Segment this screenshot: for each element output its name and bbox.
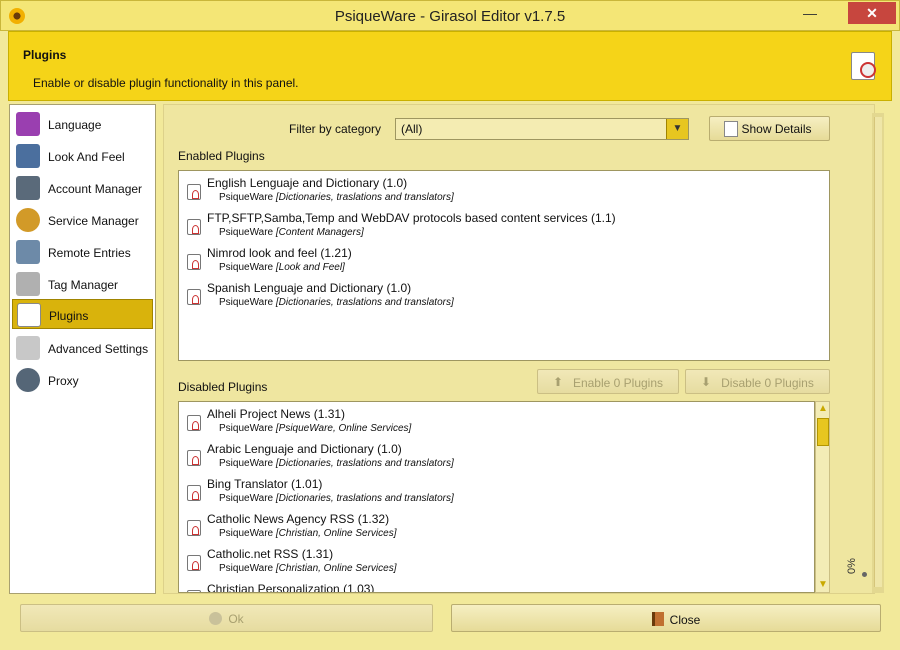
magnifier-icon	[16, 240, 40, 264]
panel-scrollbar[interactable]	[872, 113, 884, 593]
plugin-name: Nimrod look and feel (1.21)	[207, 246, 352, 260]
enable-plugins-label: Enable 0 Plugins	[572, 376, 664, 390]
plugin-name: Spanish Lenguaje and Dictionary (1.0)	[207, 281, 412, 295]
plugin-icon	[187, 219, 201, 235]
close-window-button[interactable]: ✕	[848, 2, 896, 24]
plugin-name: FTP,SFTP,Samba,Temp and WebDAV protocols…	[207, 211, 616, 225]
progress-label: 0%	[846, 558, 858, 574]
show-details-button[interactable]: Show Details	[709, 116, 830, 141]
filter-label: Filter by category	[289, 122, 382, 136]
scroll-down-icon[interactable]: ▼	[817, 578, 829, 592]
disable-plugins-label: Disable 0 Plugins	[721, 376, 814, 390]
sidebar-item-proxy[interactable]: Proxy	[12, 365, 153, 395]
account-icon	[16, 176, 40, 200]
plugin-header-icon	[851, 52, 876, 80]
plugin-icon	[187, 450, 201, 466]
details-icon	[724, 121, 738, 137]
sidebar-item-label: Account Manager	[48, 182, 143, 196]
disabled-plugins-label: Disabled Plugins	[178, 380, 268, 394]
monitor-icon	[16, 144, 40, 168]
sidebar: Language Look And Feel Account Manager S…	[9, 104, 156, 594]
sidebar-item-label: Language	[48, 118, 102, 132]
plugin-meta: PsiqueWare [Look and Feel]	[219, 262, 345, 273]
scroll-up-icon[interactable]: ▲	[817, 402, 829, 416]
sidebar-item-plugins[interactable]: Plugins	[12, 299, 153, 329]
category-filter-select[interactable]: (All) ▼	[395, 118, 689, 140]
sidebar-item-label: Tag Manager	[48, 278, 119, 292]
close-label: Close	[669, 613, 701, 627]
progress-indicator	[862, 572, 867, 577]
plugin-meta: PsiqueWare [Dictionaries, traslations an…	[219, 192, 454, 203]
sidebar-item-account-manager[interactable]: Account Manager	[12, 173, 153, 203]
enabled-plugins-label: Enabled Plugins	[178, 149, 265, 163]
sidebar-item-label: Advanced Settings	[48, 342, 149, 356]
check-icon	[209, 612, 223, 625]
window-title: PsiqueWare - Girasol Editor v1.7.5	[334, 8, 566, 25]
plugin-meta: PsiqueWare [Dictionaries, traslations an…	[219, 458, 454, 469]
plugin-icon	[17, 303, 41, 327]
sidebar-item-look-and-feel[interactable]: Look And Feel	[12, 141, 153, 171]
tag-icon	[16, 272, 40, 296]
plugin-meta: PsiqueWare [Dictionaries, traslations an…	[219, 297, 454, 308]
plugin-name: Catholic News Agency RSS (1.32)	[207, 512, 390, 526]
plugin-icon	[187, 520, 201, 536]
plugin-name: Bing Translator (1.01)	[207, 477, 323, 491]
settings-icon	[16, 336, 40, 360]
plugin-icon	[187, 289, 201, 305]
plugin-meta: PsiqueWare [Christian, Online Services]	[219, 563, 397, 574]
panel-scrollbar-thumb[interactable]	[874, 117, 882, 587]
enable-plugins-button[interactable]: ⬆ Enable 0 Plugins	[537, 369, 679, 394]
scroll-thumb[interactable]	[817, 418, 829, 446]
proxy-icon	[16, 368, 40, 392]
plugin-icon	[187, 254, 201, 270]
sidebar-item-remote-entries[interactable]: Remote Entries	[12, 237, 153, 267]
panel-description: Enable or disable plugin functionality i…	[33, 76, 299, 90]
enabled-plugins-list[interactable]: English Lenguaje and Dictionary (1.0) Ps…	[178, 170, 830, 361]
plugin-name: Catholic.net RSS (1.31)	[207, 547, 334, 561]
language-icon	[16, 112, 40, 136]
ok-button[interactable]: Ok	[20, 604, 433, 632]
door-icon	[651, 612, 664, 626]
plugin-icon	[187, 485, 201, 501]
disable-plugins-button[interactable]: ⬇ Disable 0 Plugins	[685, 369, 830, 394]
plugin-meta: PsiqueWare [PsiqueWare, Online Services]	[219, 423, 412, 434]
sidebar-item-label: Look And Feel	[48, 150, 125, 164]
plugin-name: Alheli Project News (1.31)	[207, 407, 346, 421]
show-details-label: Show Details	[741, 122, 812, 136]
arrow-up-icon: ⬆	[553, 375, 564, 389]
users-icon	[16, 208, 40, 232]
plugin-meta: PsiqueWare [Dictionaries, traslations an…	[219, 493, 454, 504]
panel-header: Plugins Enable or disable plugin functio…	[8, 31, 892, 101]
sidebar-item-advanced-settings[interactable]: Advanced Settings	[12, 333, 153, 363]
plugin-icon	[187, 590, 201, 592]
disabled-list-scrollbar[interactable]: ▲ ▼	[815, 401, 830, 593]
plugin-name: English Lenguaje and Dictionary (1.0)	[207, 176, 408, 190]
sidebar-item-label: Service Manager	[48, 214, 139, 228]
chevron-down-icon[interactable]: ▼	[666, 119, 688, 139]
filter-selected-value: (All)	[401, 122, 423, 136]
plugin-icon	[187, 555, 201, 571]
arrow-down-icon: ⬇	[701, 375, 712, 389]
sidebar-item-label: Plugins	[49, 309, 89, 323]
sidebar-item-tag-manager[interactable]: Tag Manager	[12, 269, 153, 299]
title-bar: PsiqueWare - Girasol Editor v1.7.5 — ✕	[0, 0, 900, 31]
panel-title: Plugins	[23, 48, 67, 62]
plugin-meta: PsiqueWare [Christian, Online Services]	[219, 528, 397, 539]
sidebar-item-language[interactable]: Language	[12, 109, 153, 139]
sidebar-item-label: Proxy	[48, 374, 79, 388]
close-button[interactable]: Close	[451, 604, 881, 632]
ok-label: Ok	[228, 612, 244, 626]
disabled-plugins-list[interactable]: Alheli Project News (1.31) PsiqueWare [P…	[178, 401, 815, 593]
sidebar-item-label: Remote Entries	[48, 246, 131, 260]
plugin-icon	[187, 415, 201, 431]
sidebar-item-service-manager[interactable]: Service Manager	[12, 205, 153, 235]
minimize-button[interactable]: —	[796, 2, 824, 24]
plugin-meta: PsiqueWare [Content Managers]	[219, 227, 364, 238]
plugin-name: Christian Personalization (1.03)	[207, 582, 375, 593]
plugin-name: Arabic Lenguaje and Dictionary (1.0)	[207, 442, 402, 456]
plugin-icon	[187, 184, 201, 200]
